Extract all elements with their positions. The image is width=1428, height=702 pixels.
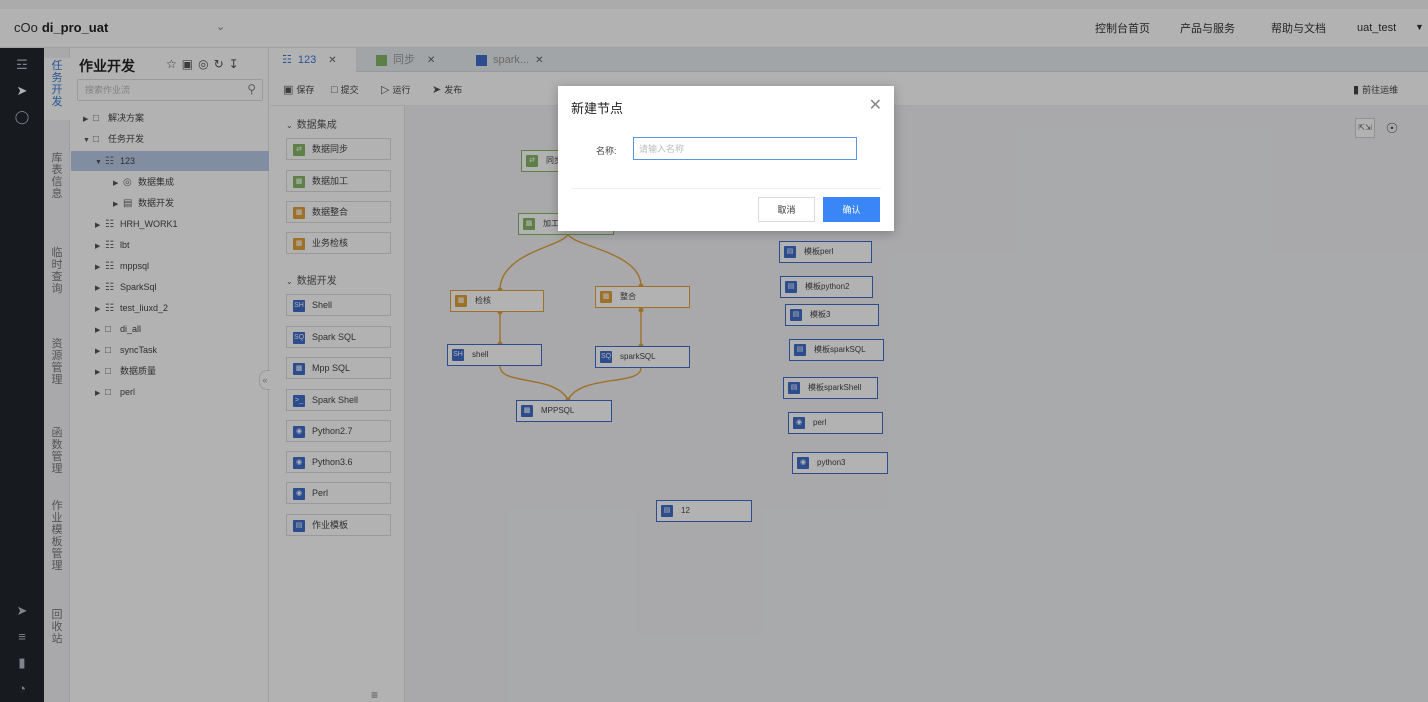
- node-name-input[interactable]: [633, 137, 857, 160]
- cancel-button[interactable]: 取消: [758, 197, 815, 222]
- close-icon[interactable]: ✕: [869, 95, 882, 115]
- confirm-button[interactable]: 确认: [823, 197, 880, 222]
- dialog-divider: [571, 188, 881, 189]
- new-node-dialog: 新建节点 ✕ 名称: 取消 确认: [558, 86, 894, 231]
- name-label: 名称:: [596, 146, 617, 156]
- dialog-title: 新建节点: [571, 101, 624, 116]
